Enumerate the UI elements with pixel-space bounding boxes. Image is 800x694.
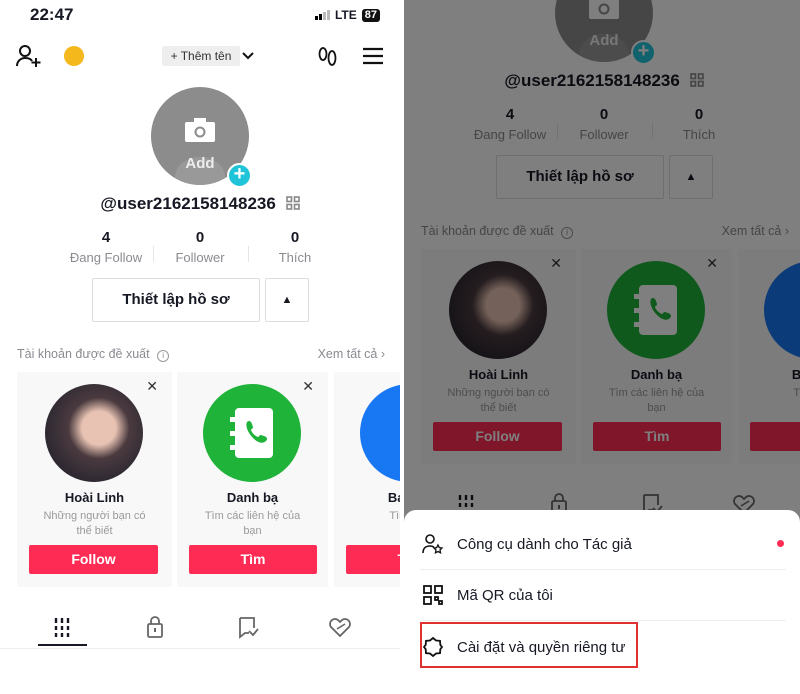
profile-content: 22:47 LTE 87 + Thêm tên Add + @user21621…: [0, 0, 400, 660]
signal-icon: [314, 10, 330, 20]
handle-text: @user2162158148236: [100, 194, 276, 213]
add-name-button[interactable]: + Thêm tên: [162, 46, 240, 66]
close-icon[interactable]: ✕: [302, 378, 314, 395]
suggestion-card: Bạn bè Tìm bạn Tìm: [334, 372, 400, 587]
battery-icon: 87: [361, 8, 380, 22]
card-name: Bạn bè: [387, 490, 400, 505]
creator-tools-icon: [422, 534, 444, 554]
videos-grid-icon[interactable]: [47, 615, 77, 639]
see-all-text: Xem tất cả: [317, 347, 378, 361]
contacts-icon[interactable]: [203, 384, 301, 482]
bottom-sheet-menu: Công cụ dành cho Tác giả Mã QR của tôi C…: [404, 510, 800, 694]
liked-icon[interactable]: [325, 615, 355, 639]
highlight-box: [420, 622, 638, 668]
facebook-friends-icon[interactable]: [360, 384, 400, 482]
coin-icon[interactable]: [64, 46, 84, 66]
card-name: Danh bạ: [226, 490, 279, 505]
stat-label: Follower: [175, 250, 225, 265]
stat-label: Thích: [278, 250, 312, 265]
reposts-icon[interactable]: [232, 615, 262, 639]
menu-item-my-qr-code[interactable]: Mã QR của tôi: [420, 575, 786, 615]
chevron-down-icon[interactable]: [242, 51, 254, 61]
stat-likes[interactable]: 0 Thích: [245, 229, 345, 265]
network-label: LTE: [334, 8, 357, 22]
menu-item-label: Công cụ dành cho Tác giả: [457, 535, 632, 553]
stat-value: 0: [290, 229, 300, 246]
username-handle: @user2162158148236: [0, 194, 400, 214]
expand-suggestions-button[interactable]: ▲: [265, 278, 309, 322]
menu-item-creator-tools[interactable]: Công cụ dành cho Tác giả: [420, 524, 786, 564]
card-name: Hoài Linh: [64, 490, 125, 505]
card-desc: Tìm bạn: [389, 510, 400, 522]
private-lock-icon[interactable]: [140, 615, 170, 639]
stat-value: 0: [195, 229, 205, 246]
suggestion-card: ✕ Danh bạ Tìm các liên hệ của bạn Tìm: [177, 372, 328, 587]
stat-followers[interactable]: 0 Follower: [150, 229, 250, 265]
suggestion-card: ✕ Hoài Linh Những người bạn có thể biết …: [17, 372, 172, 587]
chevron-right-icon: ›: [380, 347, 385, 361]
stat-value: 4: [101, 229, 111, 246]
edit-profile-button[interactable]: Thiết lập hồ sơ: [92, 278, 260, 322]
stat-following[interactable]: 4 Đang Follow: [56, 229, 156, 265]
hamburger-menu-icon[interactable]: [362, 47, 384, 65]
stat-label: Đang Follow: [69, 250, 143, 265]
card-desc: Tìm các liên hệ của bạn: [204, 510, 301, 537]
status-indicators: LTE 87: [314, 8, 380, 22]
add-user-icon[interactable]: [15, 44, 43, 70]
add-avatar-plus-icon[interactable]: +: [227, 163, 252, 188]
status-time: 22:47: [30, 5, 74, 24]
divider: [420, 620, 786, 621]
find-contacts-button[interactable]: Tìm: [189, 545, 317, 574]
profile-screen: 22:47 LTE 87 + Thêm tên Add + @user21621…: [0, 0, 400, 694]
suggested-title-text: Tài khoản được đề xuất: [17, 347, 150, 361]
profile-menu-screen: 22:47 LTE 87 + Thêm tên Add + @user21621…: [404, 0, 800, 694]
close-icon[interactable]: ✕: [146, 378, 158, 395]
follow-button[interactable]: Follow: [29, 545, 158, 574]
suggested-accounts-title: Tài khoản được đề xuất i: [17, 347, 170, 362]
menu-item-label: Mã QR của tôi: [457, 586, 553, 604]
user-avatar-photo[interactable]: [45, 384, 143, 482]
divider: [420, 569, 786, 570]
active-tab-indicator: [38, 644, 87, 646]
divider: [0, 648, 400, 649]
notification-dot: [777, 540, 784, 547]
info-icon[interactable]: i: [157, 350, 170, 362]
footprints-icon[interactable]: [316, 45, 340, 69]
camera-icon: [185, 118, 215, 142]
qr-code-icon: [423, 585, 443, 605]
qr-code-icon[interactable]: [285, 196, 300, 210]
card-desc: Những người bạn có thể biết: [43, 510, 146, 537]
find-friends-button[interactable]: Tìm: [346, 545, 400, 574]
see-all-link[interactable]: Xem tất cả ›: [318, 347, 385, 361]
